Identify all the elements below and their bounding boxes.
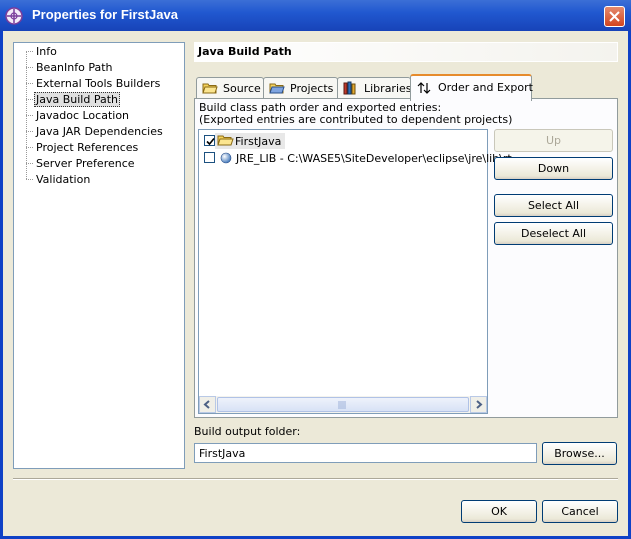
list-item-firstjava[interactable]: FirstJava: [235, 135, 281, 148]
checkmark-icon: [206, 137, 215, 146]
classpath-entries-list[interactable]: [198, 129, 488, 414]
nav-item-external-tools-builders[interactable]: External Tools Builders: [34, 77, 162, 90]
books-icon: [343, 81, 356, 95]
tab-projects-label: Projects: [290, 82, 334, 95]
nav-item-java-jar-dependencies[interactable]: Java JAR Dependencies: [34, 125, 165, 138]
up-down-arrows-icon: [417, 82, 431, 94]
scroll-thumb[interactable]: [217, 397, 469, 412]
separator: [13, 478, 618, 480]
up-button[interactable]: Up: [494, 129, 613, 152]
arrow-right-icon: [476, 400, 483, 409]
cancel-button[interactable]: Cancel: [542, 500, 618, 523]
arrow-left-icon: [203, 400, 210, 409]
property-pages-tree: Info BeanInfo Path External Tools Builde…: [13, 42, 185, 469]
tab-source[interactable]: Source: [196, 77, 264, 99]
page-title: Java Build Path: [198, 45, 292, 58]
close-icon: [609, 11, 620, 22]
description-line2: (Exported entries are contributed to dep…: [199, 113, 513, 126]
grip-icon: [338, 401, 346, 409]
folder-projects-icon: [269, 83, 285, 94]
project-folder-icon: [217, 135, 234, 146]
select-all-button[interactable]: Select All: [494, 194, 613, 217]
scroll-left-button[interactable]: [199, 396, 216, 413]
close-button[interactable]: [604, 6, 625, 27]
nav-item-project-references[interactable]: Project References: [34, 141, 140, 154]
tab-projects[interactable]: Projects: [263, 77, 338, 99]
down-button[interactable]: Down: [494, 157, 613, 180]
list-item-jre-lib[interactable]: JRE_LIB - C:\WASE5\SiteDeveloper\eclipse…: [236, 152, 515, 165]
nav-item-beaninfo-path[interactable]: BeanInfo Path: [34, 61, 115, 74]
build-output-field[interactable]: FirstJava: [194, 443, 537, 463]
variable-icon: [220, 152, 232, 164]
nav-item-info[interactable]: Info: [34, 45, 59, 58]
nav-item-validation[interactable]: Validation: [34, 173, 92, 186]
folder-source-icon: [202, 83, 218, 94]
nav-item-server-preference[interactable]: Server Preference: [34, 157, 137, 170]
nav-item-java-build-path[interactable]: Java Build Path: [34, 92, 121, 107]
ok-button[interactable]: OK: [461, 500, 537, 523]
tab-libraries-label: Libraries: [364, 82, 412, 95]
tab-order-and-export-label: Order and Export: [438, 81, 533, 94]
app-icon: [5, 7, 23, 25]
firstjava-export-checkbox[interactable]: [204, 135, 215, 146]
tab-libraries[interactable]: Libraries: [337, 77, 412, 99]
jre-lib-export-checkbox[interactable]: [204, 152, 215, 163]
build-output-label: Build output folder:: [194, 425, 301, 438]
tab-source-label: Source: [223, 82, 261, 95]
scroll-right-button[interactable]: [470, 396, 487, 413]
tab-order-and-export[interactable]: Order and Export: [410, 74, 533, 101]
nav-item-javadoc-location[interactable]: Javadoc Location: [34, 109, 131, 122]
window-title: Properties for FirstJava: [32, 7, 178, 22]
deselect-all-button[interactable]: Deselect All: [494, 222, 613, 245]
horizontal-scrollbar[interactable]: [199, 396, 487, 413]
browse-button[interactable]: Browse...: [542, 442, 617, 465]
